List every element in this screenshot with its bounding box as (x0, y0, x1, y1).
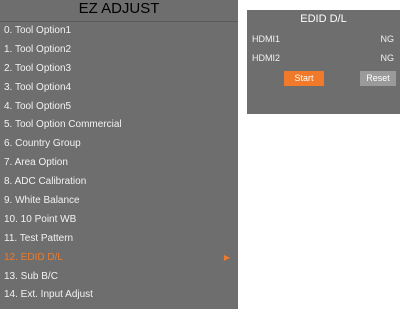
screen: EZ ADJUST 0. Tool Option1 1. Tool Option… (0, 0, 416, 312)
menu-item-label: 13. Sub B/C (4, 270, 58, 282)
menu-item-label: 9. White Balance (4, 195, 80, 207)
menu-item-white-balance[interactable]: 9. White Balance (0, 192, 238, 211)
menu-item-label: 6. Country Group (4, 138, 81, 150)
edid-dl-panel: EDID D/L HDMI1 NG HDMI2 NG Start Reset (247, 10, 400, 114)
menu-item-label: 12. EDID D/L (4, 251, 63, 263)
menu-item-tool-option-commercial[interactable]: 5. Tool Option Commercial (0, 116, 238, 135)
menu-item-tool-option3[interactable]: 2. Tool Option3 (0, 60, 238, 79)
menu-item-ext-input-adjust[interactable]: 14. Ext. Input Adjust (0, 286, 238, 305)
port-label: HDMI2 (252, 53, 281, 63)
edid-title: EDID D/L (300, 13, 347, 25)
ez-adjust-menu: EZ ADJUST 0. Tool Option1 1. Tool Option… (0, 0, 238, 309)
menu-item-tool-option4[interactable]: 3. Tool Option4 (0, 79, 238, 98)
menu-item-label: 3. Tool Option4 (4, 81, 72, 93)
port-label: HDMI1 (252, 34, 281, 44)
menu-item-tool-option1[interactable]: 0. Tool Option1 (0, 22, 238, 41)
menu-item-label: 11. Test Pattern (4, 232, 74, 244)
menu-list: 0. Tool Option1 1. Tool Option2 2. Tool … (0, 22, 238, 305)
menu-item-adc-calibration[interactable]: 8. ADC Calibration (0, 173, 238, 192)
menu-item-country-group[interactable]: 6. Country Group (0, 135, 238, 154)
start-button[interactable]: Start (284, 71, 324, 86)
menu-item-sub-bc[interactable]: 13. Sub B/C (0, 268, 238, 287)
reset-button[interactable]: Reset (360, 71, 396, 86)
edid-button-row: Start Reset (247, 68, 400, 90)
menu-title: EZ ADJUST (0, 0, 238, 22)
menu-item-label: 1. Tool Option2 (4, 43, 72, 55)
edid-row-hdmi2: HDMI2 NG (247, 49, 400, 68)
menu-item-label: 7. Area Option (4, 157, 68, 169)
menu-item-label: 0. Tool Option1 (4, 25, 72, 36)
menu-item-label: 10. 10 Point WB (4, 213, 77, 225)
menu-item-label: 2. Tool Option3 (4, 62, 72, 74)
menu-item-test-pattern[interactable]: 11. Test Pattern (0, 230, 238, 249)
menu-item-tool-option2[interactable]: 1. Tool Option2 (0, 41, 238, 60)
right-triangle-icon: ▶ (223, 252, 230, 262)
menu-item-tool-option5[interactable]: 4. Tool Option5 (0, 98, 238, 117)
menu-item-label: 14. Ext. Input Adjust (4, 289, 93, 301)
menu-item-label: 5. Tool Option Commercial (4, 119, 122, 131)
menu-item-edid-dl[interactable]: 12. EDID D/L ▶ (0, 249, 238, 268)
status-value: NG (380, 53, 395, 63)
status-value: NG (380, 34, 395, 44)
menu-item-label: 4. Tool Option5 (4, 100, 72, 112)
menu-item-label: 8. ADC Calibration (4, 176, 87, 188)
edid-row-hdmi1: HDMI1 NG (247, 30, 400, 49)
menu-item-10-point-wb[interactable]: 10. 10 Point WB (0, 211, 238, 230)
menu-item-area-option[interactable]: 7. Area Option (0, 154, 238, 173)
